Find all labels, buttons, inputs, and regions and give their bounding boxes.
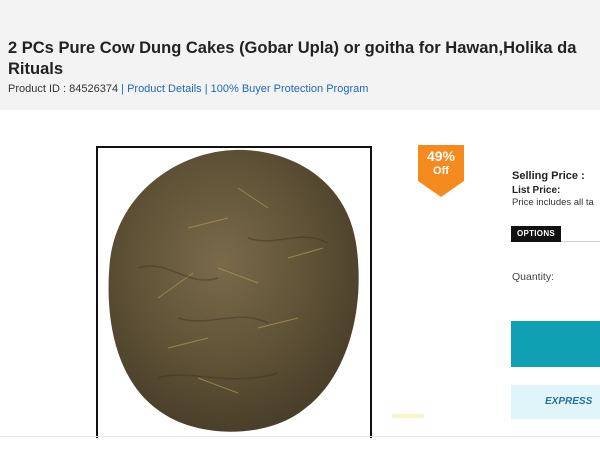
express-delivery-banner: EXPRESS <box>511 385 600 419</box>
highlight-mark <box>392 414 424 418</box>
list-price-label: List Price: <box>512 185 561 196</box>
product-details-link[interactable]: Product Details <box>127 83 202 95</box>
title-line-1: 2 PCs Pure Cow Dung Cakes (Gobar Upla) o… <box>8 39 577 57</box>
divider <box>0 436 600 437</box>
options-tab[interactable]: OPTIONS <box>511 226 561 242</box>
product-image[interactable] <box>96 146 372 438</box>
divider <box>561 241 600 242</box>
selling-price-label: Selling Price : <box>512 170 585 182</box>
discount-percent: 49% <box>426 148 456 164</box>
page-title: 2 PCs Pure Cow Dung Cakes (Gobar Upla) o… <box>8 38 600 80</box>
product-meta: Product ID : 84526374 | Product Details … <box>8 83 368 95</box>
separator: | <box>121 83 124 95</box>
discount-off: Off <box>433 165 449 177</box>
product-id: Product ID : 84526374 <box>8 83 119 95</box>
tax-note: Price includes all ta <box>512 197 594 208</box>
buyer-protection-link[interactable]: 100% Buyer Protection Program <box>211 83 369 95</box>
buy-now-button[interactable] <box>511 321 600 367</box>
separator: | <box>204 83 208 95</box>
quantity-label: Quantity: <box>512 271 555 283</box>
discount-badge: 49% Off <box>418 145 464 197</box>
cow-dung-cake-image <box>108 149 359 432</box>
product-header: 2 PCs Pure Cow Dung Cakes (Gobar Upla) o… <box>0 0 600 110</box>
title-line-2: Rituals <box>8 60 64 78</box>
